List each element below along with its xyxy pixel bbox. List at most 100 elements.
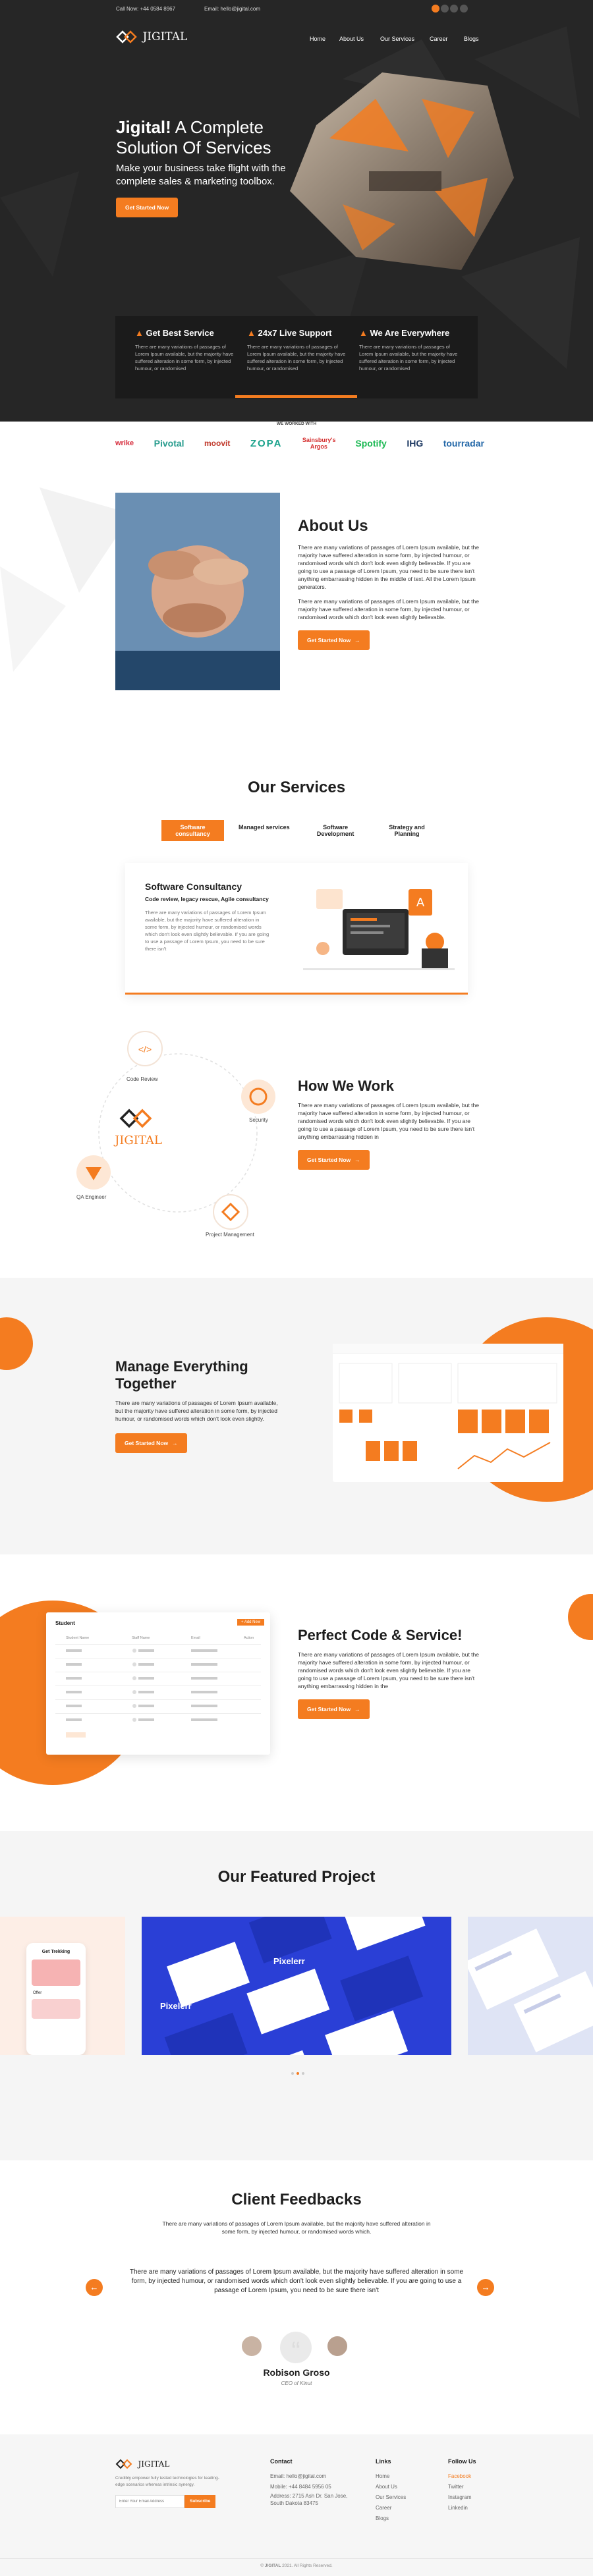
- footer-link-career[interactable]: Career: [376, 2503, 428, 2513]
- footer-contact-email: Email: hello@jigital.com: [270, 2473, 327, 2479]
- logo-tourradar: tourradar: [443, 438, 484, 449]
- ui-screens-pattern: [468, 1929, 593, 2052]
- flag-icon: ▲: [135, 328, 144, 338]
- project-slide-app[interactable]: Get Trekking Offer: [0, 1917, 125, 2055]
- about-paragraph-1: There are many variations of passages of…: [298, 544, 479, 590]
- carousel-dots: [288, 2072, 308, 2075]
- copyright: © JIGITAL 2021. All Rights Reserved.: [260, 2563, 333, 2568]
- about-hands-image: [115, 493, 280, 690]
- feedback-name: Robison Groso: [263, 2367, 330, 2378]
- main-nav: JIGITAL Home About Us Our Services Caree…: [0, 21, 593, 54]
- manage-cta-label: Get Started Now: [125, 1440, 169, 1446]
- footer-link-blogs[interactable]: Blogs: [376, 2513, 428, 2524]
- footer-link-about[interactable]: About Us: [376, 2482, 428, 2492]
- office-collage-image: [290, 72, 514, 270]
- footer-link-home[interactable]: Home: [376, 2471, 428, 2482]
- dashboard-mockup: [333, 1344, 563, 1482]
- footer-follow-instagram[interactable]: Instagram: [448, 2492, 501, 2503]
- hero-cta-label: Get Started Now: [125, 204, 169, 211]
- nav-our-services[interactable]: Our Services: [380, 36, 414, 42]
- twitter-icon[interactable]: [441, 5, 449, 13]
- mock-col-action: Action: [244, 1636, 254, 1640]
- avatar[interactable]: [326, 2335, 349, 2357]
- perfect-cta-button[interactable]: Get Started Now →: [298, 1699, 370, 1719]
- feature-text-1: There are many variations of passages of…: [135, 344, 234, 371]
- footer-logo[interactable]: JIGITAL: [115, 2458, 227, 2470]
- footer-follow-linkedin[interactable]: Linkedin: [448, 2503, 501, 2513]
- avatar[interactable]: [240, 2335, 263, 2357]
- how-cta-button[interactable]: Get Started Now →: [298, 1150, 370, 1170]
- footer-links-title: Links: [376, 2458, 391, 2465]
- mock-add-button[interactable]: + Add New: [237, 1619, 265, 1626]
- node-security: Security: [249, 1117, 268, 1123]
- how-text: There are many variations of passages of…: [298, 1102, 479, 1140]
- facebook-icon[interactable]: [432, 5, 439, 13]
- nav-about-us[interactable]: About Us: [339, 36, 364, 42]
- logo-pivotal: Pivotal: [154, 438, 184, 449]
- nav-blogs[interactable]: Blogs: [464, 36, 479, 42]
- next-arrow-icon[interactable]: →: [477, 2279, 494, 2296]
- footer-contact-mobile: Mobile: +44 8484 5956 05: [270, 2484, 331, 2490]
- how-cta-label: Get Started Now: [307, 1157, 351, 1163]
- worked-with-label: WE WORKED WITH: [276, 422, 317, 426]
- node-code-review: Code Review: [127, 1076, 158, 1082]
- perfect-text: There are many variations of passages of…: [298, 1651, 479, 1689]
- logo-argos: Sainsbury's Argos: [302, 437, 336, 450]
- arrow-right-icon: →: [354, 1706, 360, 1713]
- mock-col-email: Email: [191, 1636, 200, 1640]
- copyright-brand: JIGITAL: [264, 2563, 281, 2568]
- center-brand-logo: JIGITAL: [112, 1107, 165, 1147]
- carousel-dot-active[interactable]: [296, 2072, 299, 2075]
- client-logos: wrike Pivotal moovit ZOPA Sainsbury's Ar…: [115, 433, 484, 453]
- feedback-quote: There are many variations of passages of…: [129, 2268, 464, 2294]
- tab-software-consultancy[interactable]: Software consultancy: [161, 820, 224, 841]
- instagram-icon[interactable]: [450, 5, 459, 13]
- logo-wrike: wrike: [115, 439, 134, 447]
- how-we-work-content: How We Work There are many variations of…: [298, 1078, 482, 1170]
- tab-software-development[interactable]: Software Development: [304, 820, 367, 841]
- hero-cta-button[interactable]: Get Started Now: [116, 198, 179, 217]
- manage-content: Manage Everything Together There are man…: [115, 1358, 287, 1453]
- brand-logo[interactable]: JIGITAL: [116, 29, 187, 47]
- subscribe-email-input[interactable]: [115, 2495, 184, 2509]
- mock-col-staff: Staff Name: [132, 1636, 150, 1640]
- brand-card-label-1: Pixelerr: [160, 2001, 192, 2011]
- service-card-subtitle: Code review, legacy rescue, Agile consul…: [145, 896, 269, 902]
- footer-link-services[interactable]: Our Services: [376, 2492, 428, 2503]
- feature-text-2: There are many variations of passages of…: [247, 344, 346, 371]
- project-slide-ui[interactable]: [468, 1917, 593, 2055]
- subscribe-button[interactable]: Subscribe: [184, 2495, 216, 2509]
- prev-arrow-icon[interactable]: ←: [86, 2279, 103, 2296]
- brand-cards-pattern: [164, 1917, 426, 2055]
- perfect-title: Perfect Code & Service!: [298, 1627, 463, 1643]
- carousel-dot[interactable]: [302, 2072, 304, 2075]
- how-title: How We Work: [298, 1078, 394, 1094]
- phone-mockup: Get Trekking Offer: [26, 1943, 86, 2055]
- nav-career[interactable]: Career: [430, 36, 448, 42]
- svg-text:A: A: [416, 896, 424, 909]
- about-cta-label: Get Started Now: [307, 637, 351, 644]
- about-cta-button[interactable]: Get Started Now →: [298, 630, 370, 650]
- tab-managed-services[interactable]: Managed services: [233, 820, 295, 841]
- featured-section: Our Featured Project Get Trekking Offer …: [0, 1831, 593, 2160]
- manage-cta-button[interactable]: Get Started Now →: [115, 1433, 187, 1453]
- perfect-content: Perfect Code & Service! There are many v…: [298, 1627, 482, 1719]
- nav-home[interactable]: Home: [310, 36, 325, 42]
- footer-contact: Contact Email: hello@jigital.com Mobile:…: [270, 2458, 349, 2507]
- tab-strategy-planning[interactable]: Strategy and Planning: [376, 820, 438, 841]
- service-detail-card: Software Consultancy Code review, legacy…: [125, 863, 468, 995]
- mock-table-rows: [55, 1644, 261, 1738]
- service-card-text: There are many variations of passages of…: [145, 910, 269, 952]
- footer-follow-facebook[interactable]: Facebook: [448, 2471, 501, 2482]
- about-content: About Us There are many variations of pa…: [298, 517, 482, 650]
- logo-moovit: moovit: [204, 439, 231, 448]
- carousel-dot[interactable]: [291, 2072, 294, 2075]
- feedback-intro: There are many variations of passages of…: [162, 2220, 431, 2235]
- linkedin-icon[interactable]: [459, 5, 468, 13]
- footer-follow-twitter[interactable]: Twitter: [448, 2482, 501, 2492]
- brand-card-label-3: Pixelerr: [360, 2021, 392, 2031]
- brand-logo-icon: [119, 1109, 152, 1128]
- social-icons: [432, 5, 484, 14]
- manage-text: There are many variations of passages of…: [115, 1400, 278, 1422]
- project-slide-brand[interactable]: Pixelerr Pixelerr Pixelerr: [142, 1917, 451, 2055]
